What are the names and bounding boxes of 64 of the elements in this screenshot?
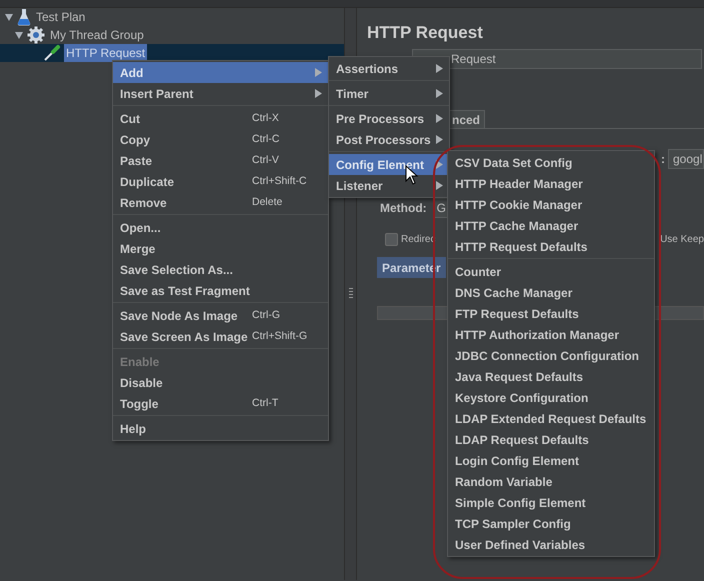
menu-item[interactable]: LDAP Request Defaults <box>448 429 654 450</box>
tree-item[interactable]: My Thread Group <box>48 26 146 44</box>
submenu-arrow-icon <box>436 114 443 123</box>
menu-item[interactable]: Save Selection As... <box>113 259 328 280</box>
submenu-arrow-icon <box>315 89 322 98</box>
menu-item[interactable]: Keystore Configuration <box>448 387 654 408</box>
expand-arrow-icon[interactable] <box>14 30 24 40</box>
menu-item[interactable]: FTP Request Defaults <box>448 303 654 324</box>
flask-icon <box>17 8 31 26</box>
menu-item[interactable]: LDAP Extended Request Defaults <box>448 408 654 429</box>
menu-item[interactable]: Add <box>113 62 328 83</box>
submenu-arrow-icon <box>436 89 443 98</box>
menu-item[interactable]: Login Config Element <box>448 450 654 471</box>
tree-item[interactable]: HTTP Request <box>64 44 148 62</box>
menu-item[interactable]: HTTP Header Manager <box>448 173 654 194</box>
submenu-arrow-icon <box>436 181 443 190</box>
tab[interactable]: nced <box>447 110 486 128</box>
menu-item[interactable]: Disable <box>113 372 328 393</box>
menu-item[interactable]: HTTP Cookie Manager <box>448 194 654 215</box>
expand-arrow-icon[interactable] <box>4 12 14 22</box>
menu-item[interactable]: Duplicate Ctrl+Shift-C <box>113 171 328 192</box>
checkbox[interactable] <box>385 233 398 246</box>
menu-item[interactable]: Cut Ctrl-X <box>113 108 328 129</box>
menu-item[interactable]: HTTP Authorization Manager <box>448 324 654 345</box>
checkbox-label: Use Keep <box>660 233 704 247</box>
menu-item[interactable]: Counter <box>448 261 654 282</box>
menu-item[interactable]: Config Element <box>329 154 449 175</box>
pipette-icon <box>43 44 61 62</box>
panel-title: HTTP Request <box>367 22 484 44</box>
field-label: : <box>661 151 665 168</box>
submenu-arrow-icon <box>436 135 443 144</box>
menu-item[interactable]: Save as Test Fragment <box>113 280 328 301</box>
menu-item[interactable]: Help <box>113 418 328 439</box>
menu-item[interactable]: Paste Ctrl-V <box>113 150 328 171</box>
menu-item[interactable]: Merge <box>113 238 328 259</box>
menu-item[interactable]: Simple Config Element <box>448 492 654 513</box>
menu-item[interactable]: Listener <box>329 175 449 196</box>
menu-item[interactable]: DNS Cache Manager <box>448 282 654 303</box>
menu-item[interactable]: Remove Delete <box>113 192 328 213</box>
menu-item[interactable]: HTTP Request Defaults <box>448 236 654 257</box>
menu-item[interactable]: JDBC Connection Configuration <box>448 345 654 366</box>
submenu-arrow-icon <box>315 68 322 77</box>
menu-item[interactable]: Pre Processors <box>329 108 449 129</box>
name-field[interactable]: Request <box>412 49 702 69</box>
menu-item[interactable]: TCP Sampler Config <box>448 513 654 534</box>
method-label: Method: <box>380 200 427 217</box>
grip-icon <box>348 287 353 301</box>
menu-item[interactable]: Timer <box>329 83 449 104</box>
submenu-arrow-icon <box>436 160 443 169</box>
menu-item[interactable]: HTTP Cache Manager <box>448 215 654 236</box>
menu-item[interactable]: Insert Parent <box>113 83 328 104</box>
menu-item[interactable]: Toggle Ctrl-T <box>113 393 328 414</box>
server-field[interactable]: googl <box>668 149 704 169</box>
menu-item[interactable]: User Defined Variables <box>448 534 654 555</box>
menu-item[interactable]: Copy Ctrl-C <box>113 129 328 150</box>
menu-item[interactable]: Open... <box>113 217 328 238</box>
menu-item[interactable]: Save Screen As Image Ctrl+Shift-G <box>113 326 328 347</box>
tree-item[interactable]: Test Plan <box>34 8 88 26</box>
menu-item[interactable]: Post Processors <box>329 129 449 150</box>
menu-item[interactable]: Random Variable <box>448 471 654 492</box>
menu-item[interactable]: CSV Data Set Config <box>448 152 654 173</box>
menu-item[interactable]: Java Request Defaults <box>448 366 654 387</box>
submenu-arrow-icon <box>436 64 443 73</box>
menu-item[interactable]: Save Node As Image Ctrl-G <box>113 305 328 326</box>
